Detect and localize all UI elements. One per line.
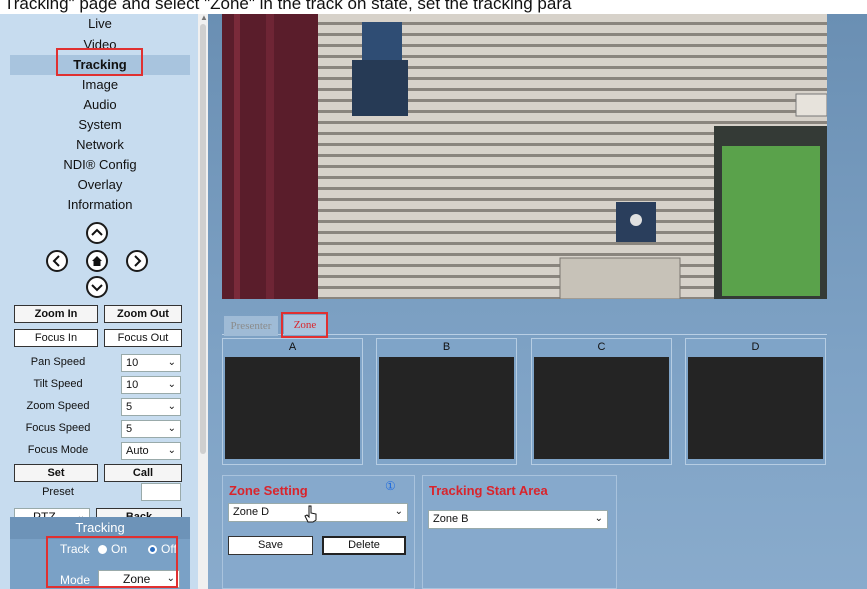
focus-mode-value: Auto bbox=[126, 445, 149, 457]
zone-label: B bbox=[442, 341, 451, 353]
chevron-down-icon: ⌄ bbox=[594, 513, 603, 524]
video-frame bbox=[222, 14, 827, 299]
left-arrow-icon bbox=[52, 255, 60, 267]
tracking-section-header: Tracking bbox=[10, 517, 190, 539]
track-label: Track bbox=[60, 542, 90, 556]
nav-item-network[interactable]: Network bbox=[10, 135, 190, 155]
tracking-start-area-title: Tracking Start Area bbox=[429, 483, 548, 498]
tilt-speed-value: 10 bbox=[126, 379, 139, 391]
track-off-radio[interactable] bbox=[148, 545, 157, 554]
hand-cursor-icon bbox=[304, 505, 317, 523]
track-on-radio[interactable] bbox=[98, 545, 107, 554]
zone-label: C bbox=[597, 341, 606, 353]
zone-setting-title: Zone Setting bbox=[229, 483, 308, 498]
tilt-speed-label: Tilt Speed bbox=[33, 378, 83, 390]
zone-thumbnail bbox=[379, 357, 514, 459]
up-arrow-icon bbox=[91, 228, 103, 236]
radio-selected-dot bbox=[150, 547, 155, 552]
chevron-down-icon: ⌄ bbox=[394, 506, 403, 517]
tilt-speed-select[interactable]: 10 ⌄ bbox=[121, 376, 181, 394]
zone-card-d[interactable]: D bbox=[685, 338, 826, 465]
nav-item-audio[interactable]: Audio bbox=[10, 95, 190, 115]
zoom-out-button[interactable]: Zoom Out bbox=[104, 305, 182, 323]
zone-label: A bbox=[288, 341, 297, 353]
tracking-mode-value: Zone bbox=[123, 572, 151, 586]
focus-in-button[interactable]: Focus In bbox=[14, 329, 98, 347]
tracking-start-area-select[interactable]: Zone B ⌄ bbox=[428, 510, 608, 529]
nav-item-information[interactable]: Information bbox=[10, 195, 190, 215]
video-preview bbox=[222, 14, 827, 299]
home-icon bbox=[92, 256, 102, 266]
zone-card-a[interactable]: A bbox=[222, 338, 363, 465]
track-on-label: On bbox=[111, 542, 128, 556]
preset-label: Preset bbox=[42, 486, 74, 498]
zoom-speed-select[interactable]: 5 ⌄ bbox=[121, 398, 181, 416]
instruction-caption: Tracking" page and select "Zone" in the … bbox=[0, 0, 867, 14]
chevron-down-icon: ⌄ bbox=[167, 445, 176, 456]
pan-speed-select[interactable]: 10 ⌄ bbox=[121, 354, 181, 372]
zone-card-b[interactable]: B bbox=[376, 338, 517, 465]
pan-right-button[interactable] bbox=[126, 250, 148, 272]
down-arrow-icon bbox=[91, 284, 103, 292]
chevron-down-icon: ⌄ bbox=[167, 357, 176, 368]
pan-left-button[interactable] bbox=[46, 250, 68, 272]
nav-item-overlay[interactable]: Overlay bbox=[10, 175, 190, 195]
preset-input[interactable] bbox=[141, 483, 181, 501]
scrollbar-thumb[interactable] bbox=[200, 24, 206, 454]
zoom-in-button[interactable]: Zoom In bbox=[14, 305, 98, 323]
tab-presenter[interactable]: Presenter bbox=[224, 316, 278, 336]
zone-card-c[interactable]: C bbox=[531, 338, 672, 465]
focus-out-button[interactable]: Focus Out bbox=[104, 329, 182, 347]
focus-speed-label: Focus Speed bbox=[25, 422, 91, 434]
tracking-start-area-value: Zone B bbox=[433, 513, 469, 525]
focus-mode-label: Focus Mode bbox=[27, 444, 89, 456]
mode-label: Mode bbox=[60, 573, 91, 587]
chevron-down-icon: ⌄ bbox=[167, 401, 176, 412]
delete-button[interactable]: Delete bbox=[322, 536, 406, 555]
call-button[interactable]: Call bbox=[104, 464, 182, 482]
chevron-down-icon: ⌄ bbox=[167, 379, 176, 390]
zone-setting-select[interactable]: Zone D ⌄ bbox=[228, 503, 408, 522]
pan-speed-value: 10 bbox=[126, 357, 139, 369]
focus-mode-select[interactable]: Auto ⌄ bbox=[121, 442, 181, 460]
zone-thumbnail bbox=[534, 357, 669, 459]
zone-thumbnail bbox=[688, 357, 823, 459]
caption-text: Tracking" page and select "Zone" in the … bbox=[4, 0, 572, 13]
focus-speed-select[interactable]: 5 ⌄ bbox=[121, 420, 181, 438]
chevron-down-icon: ⌄ bbox=[166, 573, 175, 584]
tracking-mode-select[interactable]: Zone ⌄ bbox=[98, 570, 180, 588]
scroll-up-arrow-icon[interactable]: ▲ bbox=[200, 13, 208, 22]
pan-speed-label: Pan Speed bbox=[30, 356, 86, 368]
focus-speed-value: 5 bbox=[126, 423, 133, 435]
nav-item-system[interactable]: System bbox=[10, 115, 190, 135]
zoom-speed-label: Zoom Speed bbox=[26, 400, 90, 412]
pan-up-button[interactable] bbox=[86, 222, 108, 244]
nav-item-ndi-config[interactable]: NDI® Config bbox=[10, 155, 190, 175]
pan-down-button[interactable] bbox=[86, 276, 108, 298]
info-icon[interactable]: ① bbox=[385, 479, 396, 493]
zone-label: D bbox=[751, 341, 760, 353]
chevron-down-icon: ⌄ bbox=[167, 423, 176, 434]
zone-thumbnail bbox=[225, 357, 360, 459]
nav-item-image[interactable]: Image bbox=[10, 75, 190, 95]
nav-item-tracking[interactable]: Tracking bbox=[10, 55, 190, 75]
track-off-label: Off bbox=[161, 542, 177, 556]
nav-item-live[interactable]: Live bbox=[10, 14, 190, 34]
home-button[interactable] bbox=[86, 250, 108, 272]
set-button[interactable]: Set bbox=[14, 464, 98, 482]
save-button[interactable]: Save bbox=[228, 536, 313, 555]
nav-item-video[interactable]: Video bbox=[10, 35, 190, 55]
tab-zone[interactable]: Zone bbox=[284, 315, 326, 335]
zone-setting-value: Zone D bbox=[233, 506, 270, 518]
right-arrow-icon bbox=[134, 255, 142, 267]
zoom-speed-value: 5 bbox=[126, 401, 133, 413]
